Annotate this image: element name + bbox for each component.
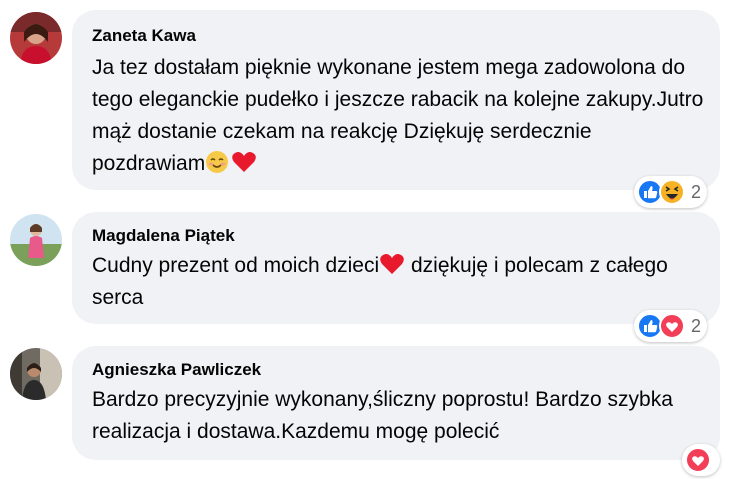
- reactions-summary[interactable]: [682, 444, 720, 476]
- profile-photo: [10, 348, 62, 400]
- comment-text: Bardzo precyzyjnie wykonany,śliczny popr…: [92, 388, 673, 443]
- comment-author[interactable]: Agnieszka Pawliczek: [92, 360, 261, 380]
- comment-bubble: Agnieszka Pawliczek Bardzo precyzyjnie w…: [72, 346, 720, 460]
- love-reaction-icon: [685, 447, 711, 473]
- avatar[interactable]: [10, 348, 62, 400]
- comment: Agnieszka Pawliczek Bardzo precyzyjnie w…: [0, 0, 746, 479]
